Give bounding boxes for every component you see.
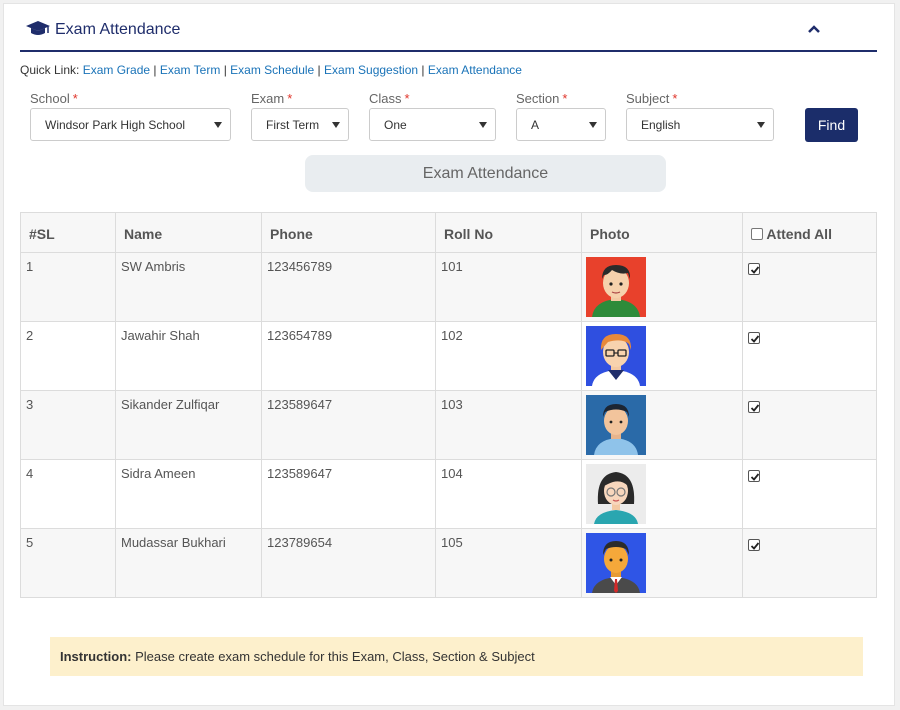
avatar-man-glasses-icon: [586, 326, 646, 386]
cell-roll: 104: [435, 459, 582, 529]
class-select-value: One: [384, 118, 407, 132]
attendance-table: #SL Name Phone Roll No Photo Attend All …: [20, 212, 877, 598]
cell-phone: 123589647: [261, 459, 436, 529]
column-header-roll: Roll No: [435, 212, 582, 253]
cell-name: Jawahir Shah: [115, 321, 262, 391]
cell-attend: [742, 252, 877, 322]
quick-link-exam-schedule[interactable]: Exam Schedule: [230, 63, 314, 77]
attend-checkbox[interactable]: [748, 263, 760, 275]
attend-checkbox[interactable]: [748, 332, 760, 344]
cell-sl: 1: [20, 252, 116, 322]
caret-down-icon: [479, 122, 487, 128]
caret-down-icon: [332, 122, 340, 128]
cell-phone: 123456789: [261, 252, 436, 322]
page-title: Exam Attendance: [55, 21, 181, 38]
cell-phone: 123789654: [261, 528, 436, 598]
cell-name: Mudassar Bukhari: [115, 528, 262, 598]
section-select[interactable]: A: [516, 108, 606, 141]
avatar-man-suit-icon: [586, 533, 646, 593]
cell-sl: 4: [20, 459, 116, 529]
avatar-woman-glasses-icon: [586, 464, 646, 524]
table-row: 2 Jawahir Shah 123654789 102: [20, 321, 877, 391]
quick-link-exam-suggestion[interactable]: Exam Suggestion: [324, 63, 418, 77]
cell-name: SW Ambris: [115, 252, 262, 322]
subject-select-value: English: [641, 118, 681, 132]
find-button[interactable]: Find: [805, 108, 858, 142]
quick-link-exam-term[interactable]: Exam Term: [160, 63, 220, 77]
cell-roll: 102: [435, 321, 582, 391]
caret-down-icon: [214, 122, 222, 128]
attend-all-label: Attend All: [766, 226, 832, 242]
subject-label: Subject *: [626, 91, 678, 106]
cell-sl: 3: [20, 390, 116, 460]
table-row: 3 Sikander Zulfiqar 123589647 103: [20, 390, 877, 460]
table-header-row: #SL Name Phone Roll No Photo Attend All: [20, 212, 877, 253]
link-separator: |: [317, 63, 321, 77]
instruction-label: Instruction:: [60, 649, 132, 664]
cell-photo: [581, 252, 743, 322]
class-select[interactable]: One: [369, 108, 496, 141]
cell-photo: [581, 459, 743, 529]
instruction-alert: Instruction: Please create exam schedule…: [50, 637, 863, 676]
column-header-phone: Phone: [261, 212, 436, 253]
exam-select-value: First Term: [266, 118, 320, 132]
attend-all-checkbox[interactable]: [751, 228, 763, 240]
exam-label: Exam *: [251, 91, 293, 106]
link-separator: |: [223, 63, 227, 77]
section-banner: Exam Attendance: [305, 155, 666, 192]
school-select-value: Windsor Park High School: [45, 118, 186, 132]
cell-attend: [742, 390, 877, 460]
link-separator: |: [153, 63, 157, 77]
quick-links-label: Quick Link:: [20, 63, 80, 77]
attend-checkbox[interactable]: [748, 401, 760, 413]
avatar-man-blue-icon: [586, 395, 646, 455]
quick-link-exam-grade[interactable]: Exam Grade: [83, 63, 150, 77]
attend-checkbox[interactable]: [748, 470, 760, 482]
column-header-sl: #SL: [20, 212, 116, 253]
cell-roll: 105: [435, 528, 582, 598]
subject-select[interactable]: English: [626, 108, 774, 141]
cell-photo: [581, 390, 743, 460]
graduation-cap-icon: [25, 20, 51, 38]
panel-header: Exam Attendance: [20, 16, 877, 52]
cell-attend: [742, 528, 877, 598]
cell-sl: 2: [20, 321, 116, 391]
caret-down-icon: [589, 122, 597, 128]
cell-name: Sikander Zulfiqar: [115, 390, 262, 460]
table-row: 5 Mudassar Bukhari 123789654 105: [20, 528, 877, 598]
cell-photo: [581, 321, 743, 391]
attend-checkbox[interactable]: [748, 539, 760, 551]
instruction-text: Please create exam schedule for this Exa…: [135, 649, 535, 664]
caret-down-icon: [757, 122, 765, 128]
school-label: School *: [30, 91, 78, 106]
cell-roll: 101: [435, 252, 582, 322]
cell-attend: [742, 321, 877, 391]
school-select[interactable]: Windsor Park High School: [30, 108, 231, 141]
cell-phone: 123654789: [261, 321, 436, 391]
table-row: 1 SW Ambris 123456789 101: [20, 252, 877, 322]
quick-link-exam-attendance[interactable]: Exam Attendance: [428, 63, 522, 77]
quick-links: Quick Link: Exam Grade | Exam Term | Exa…: [20, 63, 522, 77]
column-header-photo: Photo: [581, 212, 743, 253]
section-select-value: A: [531, 118, 540, 132]
column-header-name: Name: [115, 212, 262, 253]
class-label: Class *: [369, 91, 410, 106]
cell-name: Sidra Ameen: [115, 459, 262, 529]
chevron-up-icon[interactable]: [807, 22, 821, 33]
table-row: 4 Sidra Ameen 123589647 104: [20, 459, 877, 529]
avatar-boy-green-icon: [586, 257, 646, 317]
cell-sl: 5: [20, 528, 116, 598]
cell-roll: 103: [435, 390, 582, 460]
link-separator: |: [421, 63, 425, 77]
section-label: Section *: [516, 91, 568, 106]
cell-photo: [581, 528, 743, 598]
cell-phone: 123589647: [261, 390, 436, 460]
cell-attend: [742, 459, 877, 529]
exam-select[interactable]: First Term: [251, 108, 349, 141]
column-header-attend-all: Attend All: [742, 212, 877, 253]
